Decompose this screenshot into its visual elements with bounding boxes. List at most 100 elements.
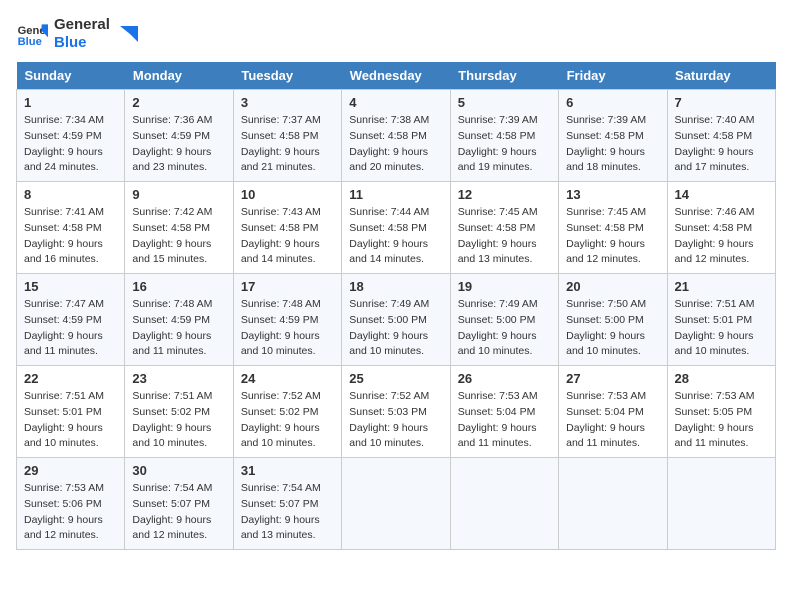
daylight-label: Daylight: 9 hours and 10 minutes.	[566, 330, 645, 358]
empty-day-cell	[667, 458, 775, 550]
logo-icon: General Blue	[16, 18, 48, 50]
day-info: Sunrise: 7:51 AM Sunset: 5:02 PM Dayligh…	[132, 389, 225, 452]
sunset-label: Sunset: 4:58 PM	[349, 130, 427, 142]
day-number: 10	[241, 187, 334, 202]
daylight-label: Daylight: 9 hours and 11 minutes.	[458, 422, 537, 450]
day-info: Sunrise: 7:45 AM Sunset: 4:58 PM Dayligh…	[458, 205, 551, 268]
day-info: Sunrise: 7:43 AM Sunset: 4:58 PM Dayligh…	[241, 205, 334, 268]
sunset-label: Sunset: 5:07 PM	[132, 498, 210, 510]
daylight-label: Daylight: 9 hours and 11 minutes.	[24, 330, 103, 358]
day-number: 16	[132, 279, 225, 294]
day-cell-12: 12 Sunrise: 7:45 AM Sunset: 4:58 PM Dayl…	[450, 182, 558, 274]
sunset-label: Sunset: 5:02 PM	[132, 406, 210, 418]
day-cell-27: 27 Sunrise: 7:53 AM Sunset: 5:04 PM Dayl…	[559, 366, 667, 458]
sunrise-label: Sunrise: 7:51 AM	[675, 298, 755, 310]
day-info: Sunrise: 7:39 AM Sunset: 4:58 PM Dayligh…	[458, 113, 551, 176]
sunset-label: Sunset: 5:03 PM	[349, 406, 427, 418]
sunrise-label: Sunrise: 7:43 AM	[241, 206, 321, 218]
sunrise-label: Sunrise: 7:47 AM	[24, 298, 104, 310]
day-number: 19	[458, 279, 551, 294]
sunrise-label: Sunrise: 7:53 AM	[566, 390, 646, 402]
sunrise-label: Sunrise: 7:49 AM	[458, 298, 538, 310]
sunrise-label: Sunrise: 7:51 AM	[132, 390, 212, 402]
calendar-week-row: 8 Sunrise: 7:41 AM Sunset: 4:58 PM Dayli…	[17, 182, 776, 274]
sunset-label: Sunset: 4:58 PM	[241, 130, 319, 142]
day-info: Sunrise: 7:48 AM Sunset: 4:59 PM Dayligh…	[241, 297, 334, 360]
daylight-label: Daylight: 9 hours and 18 minutes.	[566, 146, 645, 174]
day-cell-13: 13 Sunrise: 7:45 AM Sunset: 4:58 PM Dayl…	[559, 182, 667, 274]
empty-day-cell	[450, 458, 558, 550]
day-info: Sunrise: 7:37 AM Sunset: 4:58 PM Dayligh…	[241, 113, 334, 176]
sunset-label: Sunset: 4:58 PM	[566, 130, 644, 142]
day-number: 7	[675, 95, 768, 110]
sunset-label: Sunset: 5:00 PM	[349, 314, 427, 326]
sunrise-label: Sunrise: 7:48 AM	[241, 298, 321, 310]
day-cell-21: 21 Sunrise: 7:51 AM Sunset: 5:01 PM Dayl…	[667, 274, 775, 366]
daylight-label: Daylight: 9 hours and 24 minutes.	[24, 146, 103, 174]
daylight-label: Daylight: 9 hours and 12 minutes.	[24, 514, 103, 542]
day-info: Sunrise: 7:40 AM Sunset: 4:58 PM Dayligh…	[675, 113, 768, 176]
day-info: Sunrise: 7:36 AM Sunset: 4:59 PM Dayligh…	[132, 113, 225, 176]
day-number: 18	[349, 279, 442, 294]
day-cell-19: 19 Sunrise: 7:49 AM Sunset: 5:00 PM Dayl…	[450, 274, 558, 366]
day-info: Sunrise: 7:42 AM Sunset: 4:58 PM Dayligh…	[132, 205, 225, 268]
day-number: 20	[566, 279, 659, 294]
day-number: 12	[458, 187, 551, 202]
day-info: Sunrise: 7:53 AM Sunset: 5:05 PM Dayligh…	[675, 389, 768, 452]
sunrise-label: Sunrise: 7:42 AM	[132, 206, 212, 218]
day-cell-1: 1 Sunrise: 7:34 AM Sunset: 4:59 PM Dayli…	[17, 90, 125, 182]
sunset-label: Sunset: 4:58 PM	[458, 130, 536, 142]
sunrise-label: Sunrise: 7:50 AM	[566, 298, 646, 310]
sunset-label: Sunset: 5:05 PM	[675, 406, 753, 418]
day-cell-9: 9 Sunrise: 7:42 AM Sunset: 4:58 PM Dayli…	[125, 182, 233, 274]
day-info: Sunrise: 7:48 AM Sunset: 4:59 PM Dayligh…	[132, 297, 225, 360]
sunrise-label: Sunrise: 7:45 AM	[566, 206, 646, 218]
day-number: 5	[458, 95, 551, 110]
day-info: Sunrise: 7:45 AM Sunset: 4:58 PM Dayligh…	[566, 205, 659, 268]
day-cell-14: 14 Sunrise: 7:46 AM Sunset: 4:58 PM Dayl…	[667, 182, 775, 274]
sunset-label: Sunset: 4:58 PM	[675, 222, 753, 234]
day-cell-26: 26 Sunrise: 7:53 AM Sunset: 5:04 PM Dayl…	[450, 366, 558, 458]
header-monday: Monday	[125, 62, 233, 90]
daylight-label: Daylight: 9 hours and 14 minutes.	[349, 238, 428, 266]
header-sunday: Sunday	[17, 62, 125, 90]
calendar-week-row: 1 Sunrise: 7:34 AM Sunset: 4:59 PM Dayli…	[17, 90, 776, 182]
empty-day-cell	[559, 458, 667, 550]
sunset-label: Sunset: 4:58 PM	[24, 222, 102, 234]
daylight-label: Daylight: 9 hours and 19 minutes.	[458, 146, 537, 174]
day-cell-29: 29 Sunrise: 7:53 AM Sunset: 5:06 PM Dayl…	[17, 458, 125, 550]
sunset-label: Sunset: 4:58 PM	[132, 222, 210, 234]
day-number: 27	[566, 371, 659, 386]
sunrise-label: Sunrise: 7:53 AM	[675, 390, 755, 402]
sunset-label: Sunset: 5:02 PM	[241, 406, 319, 418]
sunset-label: Sunset: 4:58 PM	[675, 130, 753, 142]
day-number: 8	[24, 187, 117, 202]
daylight-label: Daylight: 9 hours and 12 minutes.	[566, 238, 645, 266]
day-number: 1	[24, 95, 117, 110]
day-number: 24	[241, 371, 334, 386]
day-cell-4: 4 Sunrise: 7:38 AM Sunset: 4:58 PM Dayli…	[342, 90, 450, 182]
day-number: 9	[132, 187, 225, 202]
sunset-label: Sunset: 5:06 PM	[24, 498, 102, 510]
daylight-label: Daylight: 9 hours and 15 minutes.	[132, 238, 211, 266]
calendar-week-row: 15 Sunrise: 7:47 AM Sunset: 4:59 PM Dayl…	[17, 274, 776, 366]
header-wednesday: Wednesday	[342, 62, 450, 90]
day-number: 4	[349, 95, 442, 110]
day-info: Sunrise: 7:38 AM Sunset: 4:58 PM Dayligh…	[349, 113, 442, 176]
day-number: 21	[675, 279, 768, 294]
sunset-label: Sunset: 5:04 PM	[566, 406, 644, 418]
logo-blue: Blue	[54, 34, 110, 52]
calendar-header-row: SundayMondayTuesdayWednesdayThursdayFrid…	[17, 62, 776, 90]
sunrise-label: Sunrise: 7:40 AM	[675, 114, 755, 126]
sunrise-label: Sunrise: 7:52 AM	[241, 390, 321, 402]
day-cell-11: 11 Sunrise: 7:44 AM Sunset: 4:58 PM Dayl…	[342, 182, 450, 274]
sunset-label: Sunset: 4:58 PM	[241, 222, 319, 234]
day-cell-25: 25 Sunrise: 7:52 AM Sunset: 5:03 PM Dayl…	[342, 366, 450, 458]
day-number: 26	[458, 371, 551, 386]
day-cell-6: 6 Sunrise: 7:39 AM Sunset: 4:58 PM Dayli…	[559, 90, 667, 182]
sunrise-label: Sunrise: 7:44 AM	[349, 206, 429, 218]
sunset-label: Sunset: 4:59 PM	[24, 130, 102, 142]
day-number: 2	[132, 95, 225, 110]
daylight-label: Daylight: 9 hours and 11 minutes.	[132, 330, 211, 358]
logo: General Blue General Blue	[16, 16, 144, 52]
